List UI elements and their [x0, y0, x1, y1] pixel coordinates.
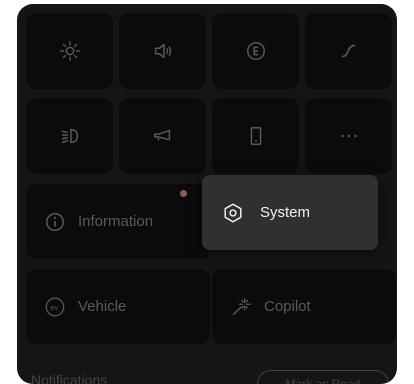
drive-mode-icon: [341, 44, 355, 58]
more-tile[interactable]: [305, 98, 392, 174]
eco-mode-icon: [246, 42, 265, 60]
phone-icon: [250, 127, 261, 145]
phone-tile[interactable]: [212, 98, 299, 174]
quick-settings-panel: Information ev Vehicle Copilot System No…: [17, 4, 397, 384]
horn-icon: [153, 129, 170, 141]
notification-dot: [180, 190, 187, 197]
system-popup[interactable]: System: [202, 175, 378, 250]
notifications-title: Notifications: [31, 372, 108, 384]
more-icon: [340, 134, 357, 138]
volume-icon: [154, 43, 171, 59]
hexagon-settings-icon: [222, 202, 244, 224]
mark-as-read-button[interactable]: Mark as Read: [257, 370, 389, 384]
headlight-tile[interactable]: [26, 98, 113, 174]
ev-icon: ev: [44, 296, 66, 318]
vehicle-label: Vehicle: [78, 298, 127, 315]
brightness-tile[interactable]: [26, 13, 113, 89]
info-icon: [44, 211, 66, 233]
headlight-icon: [61, 128, 78, 144]
brightness-icon: [59, 41, 80, 61]
eco-mode-tile[interactable]: [212, 13, 299, 89]
drive-mode-tile[interactable]: [305, 13, 392, 89]
sparkle-wand-icon: [230, 296, 252, 318]
copilot-tile[interactable]: Copilot: [212, 269, 396, 344]
information-label: Information: [78, 213, 154, 230]
svg-text:ev: ev: [50, 303, 58, 312]
horn-tile[interactable]: [119, 98, 206, 174]
system-label: System: [260, 204, 311, 221]
copilot-label: Copilot: [264, 298, 311, 315]
vehicle-tile[interactable]: ev Vehicle: [26, 269, 210, 344]
volume-tile[interactable]: [119, 13, 206, 89]
